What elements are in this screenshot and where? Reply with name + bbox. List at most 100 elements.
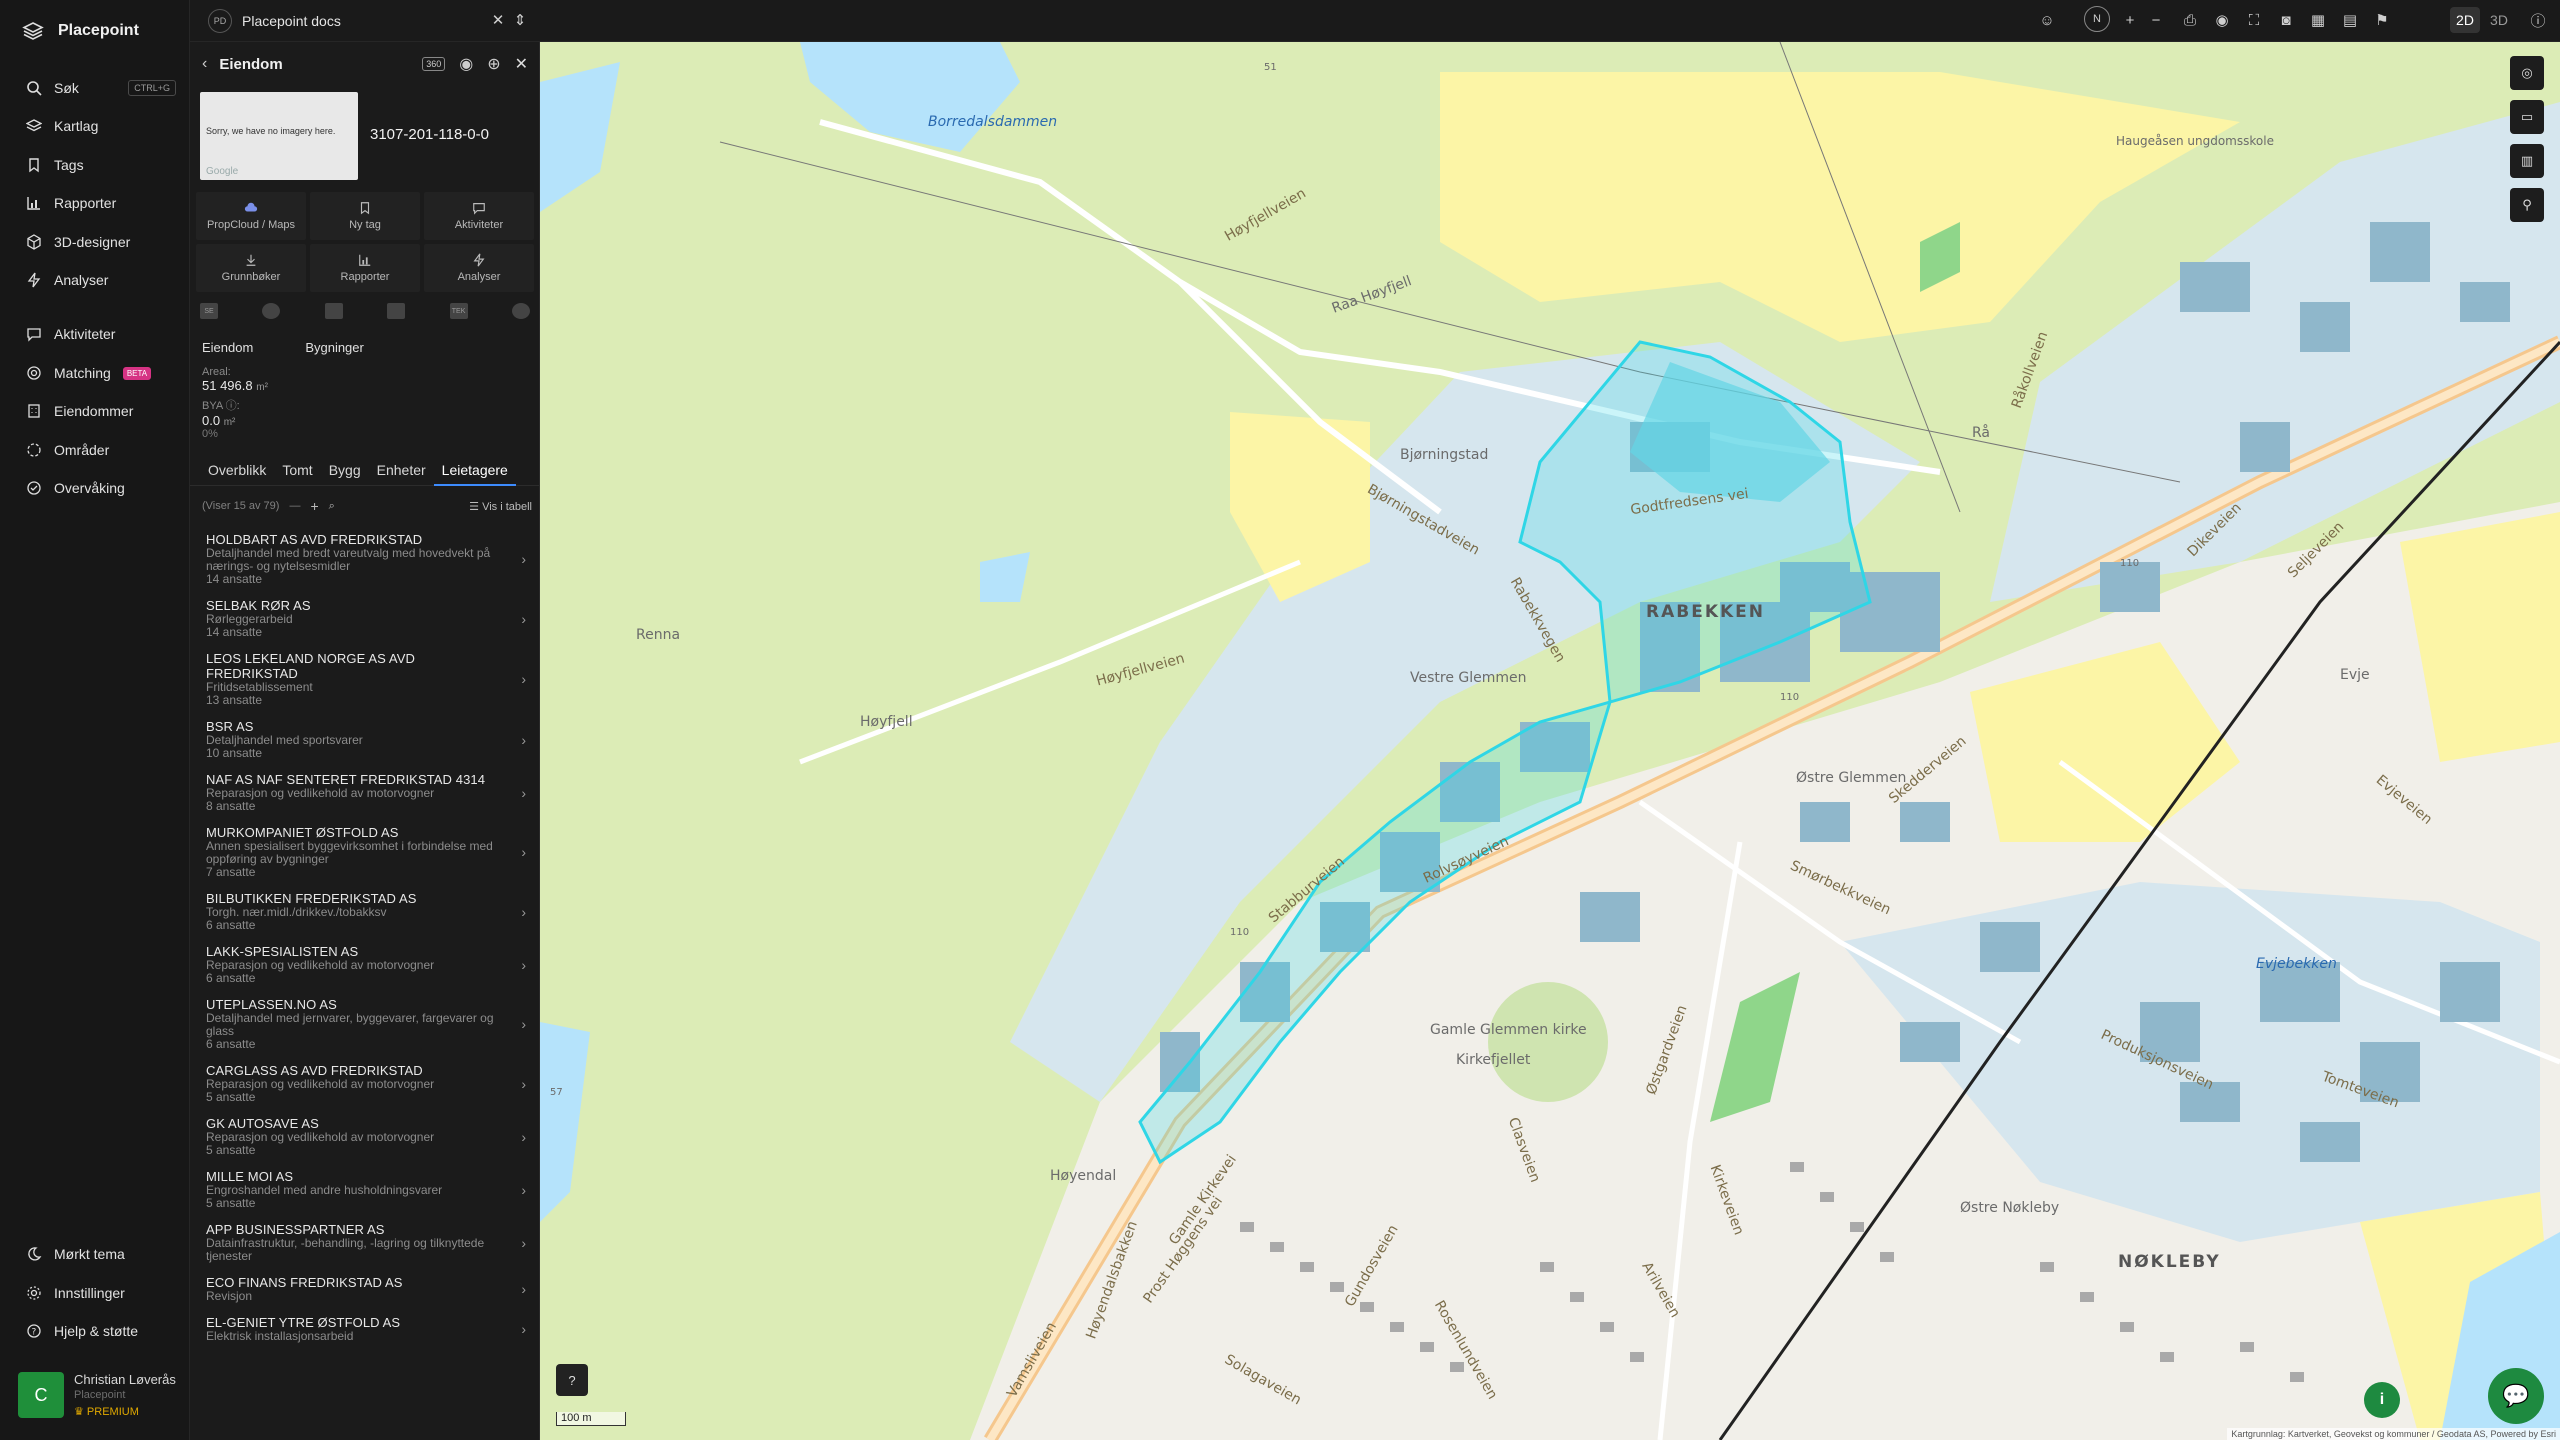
layer-people-icon[interactable] — [324, 303, 343, 319]
camera-icon[interactable]: ◙ — [2276, 10, 2296, 30]
zoom-out-icon[interactable]: − — [2146, 10, 2166, 30]
tenant-name: MURKOMPANIET ØSTFOLD AS — [206, 825, 399, 840]
nav-item-eiendommer[interactable]: Eiendommer — [26, 399, 176, 423]
tenant-employees: 14 ansatte — [206, 572, 263, 586]
tab-enheter[interactable]: Enheter — [369, 458, 434, 486]
tenant-row[interactable]: CARGLASS AS AVD FREDRIKSTAD Reparasjon og… — [190, 1057, 539, 1110]
add-icon[interactable]: ⊕ — [487, 54, 500, 74]
layer-globe-icon[interactable] — [262, 303, 281, 319]
tenant-row[interactable]: MILLE MOI AS Engroshandel med andre husho… — [190, 1163, 539, 1216]
show-in-table-label: Vis i tabell — [482, 500, 532, 513]
tenant-row[interactable]: NAF AS NAF SENTERET FREDRIKSTAD 4314 Repa… — [190, 766, 539, 819]
tenant-row[interactable]: BILBUTIKKEN FREDERIKSTAD AS Torgh. nær.mi… — [190, 885, 539, 938]
expand-workspace-icon[interactable]: ⇕ — [510, 10, 530, 30]
nav-item-rapporter[interactable]: Rapporter — [26, 191, 176, 215]
tenant-row[interactable]: LAKK-SPESIALISTEN AS Reparasjon og vedlik… — [190, 938, 539, 991]
analyses-button[interactable]: Analyser — [424, 244, 534, 292]
print-icon[interactable]: ⎙ — [2180, 10, 2200, 30]
layer-bars-icon[interactable] — [387, 303, 406, 319]
subtab-eiendom[interactable]: Eiendom — [202, 340, 253, 355]
tenant-row[interactable]: GK AUTOSAVE AS Reparasjon og vedlikehold … — [190, 1110, 539, 1163]
nav-item-aktiviteter[interactable]: Aktiviteter — [26, 322, 176, 346]
layer-more-icon[interactable] — [511, 303, 530, 319]
tenant-row[interactable]: UTEPLASSEN.NO AS Detaljhandel med jernvar… — [190, 991, 539, 1057]
land-registry-button[interactable]: Grunnbøker — [196, 244, 306, 292]
propcloud-button[interactable]: PropCloud / Maps — [196, 192, 306, 240]
subtab-bygninger[interactable]: Bygninger — [305, 340, 364, 355]
add-icon[interactable]: + — [310, 498, 318, 514]
tenant-row[interactable]: HOLDBART AS AVD FREDRIKSTAD Detaljhandel … — [190, 526, 539, 592]
reports-button[interactable]: Rapporter — [310, 244, 420, 292]
street-view-thumbnail[interactable]: Sorry, we have no imagery here. Google — [200, 92, 358, 180]
bookmark-icon — [360, 202, 370, 215]
area-unit: m² — [256, 382, 268, 393]
info-icon[interactable]: ⓘ — [2528, 10, 2548, 30]
robot-icon[interactable]: ☺ — [2037, 10, 2057, 30]
compass-icon[interactable]: N — [2084, 6, 2110, 32]
tenant-row[interactable]: EL-GENIET YTRE ØSTFOLD AS Elektrisk insta… — [190, 1309, 539, 1349]
mode-2d-button[interactable]: 2D — [2450, 7, 2480, 33]
tenant-row[interactable]: BSR AS Detaljhandel med sportsvarer 10 ans… — [190, 713, 539, 766]
chat-button[interactable]: 💬 — [2488, 1368, 2544, 1424]
nav-item-3d-designer[interactable]: 3D-designer — [26, 230, 176, 254]
tab-overblikk[interactable]: Overblikk — [200, 458, 274, 486]
map-label-kirkefjellet: Kirkefjellet — [1456, 1052, 1531, 1068]
eye-icon[interactable]: ◉ — [459, 54, 473, 74]
filter-control[interactable]: ⚲ — [2510, 188, 2544, 222]
tab-leietagere[interactable]: Leietagere — [433, 458, 516, 486]
mode-3d-button[interactable]: 3D — [2484, 7, 2514, 33]
nav-item-search[interactable]: Søk CTRL+G — [26, 76, 176, 100]
map-info-button[interactable]: i — [2364, 1382, 2400, 1418]
property-stats: Areal: 51 496.8 m² BYA ⓘ: 0.0 m² 0% — [202, 362, 268, 440]
main-nav: Placepoint Søk CTRL+G Kartlag Tags Rappo… — [0, 0, 190, 1440]
map-view[interactable]: Borredalsdammen Høyfjellveien Raa Høyfje… — [540, 42, 2560, 1440]
tenant-row[interactable]: SELBAK RØR AS Rørleggerarbeid 14 ansatte › — [190, 592, 539, 645]
measure-control[interactable]: ▭ — [2510, 100, 2544, 134]
nav-label: Innstillinger — [54, 1285, 125, 1301]
bookmark-icon[interactable]: ⚑ — [2372, 10, 2392, 30]
360-icon[interactable]: 360 — [422, 57, 446, 71]
nav-item-dark-theme[interactable]: Mørkt tema — [26, 1242, 176, 1266]
tenant-row[interactable]: LEOS LEKELAND NORGE AS AVD FREDRIKSTAD Fr… — [190, 645, 539, 713]
brand[interactable]: Placepoint — [22, 20, 139, 42]
search-icon[interactable]: ⌕ — [329, 500, 335, 513]
tenant-row[interactable]: ECO FINANS FREDRIKSTAD AS Revisjon › — [190, 1269, 539, 1309]
close-workspace-icon[interactable]: ✕ — [488, 10, 508, 30]
nav-item-analyser[interactable]: Analyser — [26, 268, 176, 292]
layer-tek-icon[interactable]: TEK — [449, 303, 468, 319]
tab-tomt[interactable]: Tomt — [274, 458, 320, 486]
back-icon[interactable]: ‹ — [202, 55, 207, 73]
user-profile[interactable]: C Christian Løverås Placepoint ♛ PREMIUM — [18, 1372, 176, 1418]
chart-control[interactable]: ▥ — [2510, 144, 2544, 178]
chat-icon — [27, 328, 41, 342]
nav-item-kartlag[interactable]: Kartlag — [26, 114, 176, 138]
tenant-row[interactable]: MURKOMPANIET ØSTFOLD AS Annen spesialiser… — [190, 819, 539, 885]
tenant-row[interactable]: APP BUSINESSPARTNER AS Datainfrastruktur,… — [190, 1216, 539, 1269]
nav-item-tags[interactable]: Tags — [26, 153, 176, 177]
tab-bygg[interactable]: Bygg — [321, 458, 369, 486]
close-icon[interactable]: ✕ — [515, 54, 528, 74]
activities-button[interactable]: Aktiviteter — [424, 192, 534, 240]
fullscreen-icon[interactable]: ⛶ — [2244, 10, 2264, 30]
nav-item-settings[interactable]: Innstillinger — [26, 1281, 176, 1305]
eye-icon[interactable]: ◉ — [2212, 10, 2232, 30]
layer-se-icon[interactable]: SE — [200, 303, 218, 319]
show-in-table-button[interactable]: ☰ Vis i tabell — [469, 500, 532, 513]
map-layers-control[interactable]: ◎ — [2510, 56, 2544, 90]
bookmark-icon — [29, 158, 39, 173]
globe-icon: ◎ — [2521, 65, 2533, 80]
nav-item-omrader[interactable]: Områder — [26, 438, 176, 462]
table-icon[interactable]: ▤ — [2340, 10, 2360, 30]
grid-icon[interactable]: ▦ — [2308, 10, 2328, 30]
tenant-employees: 6 ansatte — [206, 918, 256, 932]
nav-item-matching[interactable]: Matching BETA — [26, 361, 176, 385]
workspace-selector[interactable]: PD Placepoint docs — [208, 9, 341, 33]
nav-item-help[interactable]: ? Hjelp & støtte — [26, 1319, 176, 1343]
new-tag-button[interactable]: Ny tag — [310, 192, 420, 240]
nav-label: Mørkt tema — [54, 1246, 125, 1262]
map-label-elevation-51: 51 — [1264, 62, 1277, 73]
tenant-name: UTEPLASSEN.NO AS — [206, 997, 337, 1012]
zoom-in-icon[interactable]: + — [2120, 10, 2140, 30]
map-help-button[interactable]: ? — [556, 1364, 588, 1396]
nav-item-overvaking[interactable]: Overvåking — [26, 476, 176, 500]
